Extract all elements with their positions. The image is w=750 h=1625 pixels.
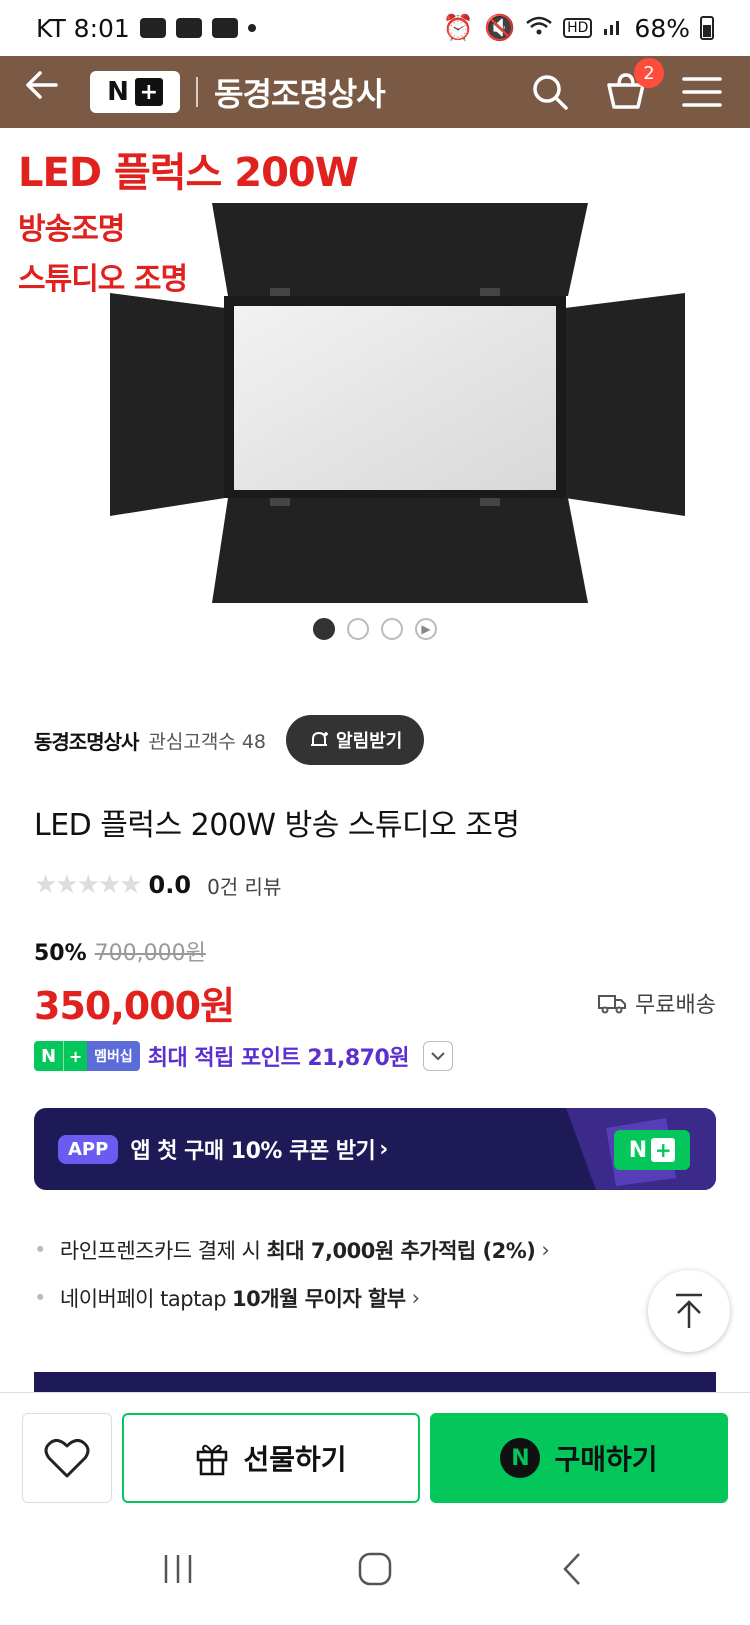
- mute-icon: 🔇: [483, 13, 516, 42]
- carousel-dots: ▶: [0, 618, 750, 640]
- alarm-icon: ⏰: [442, 13, 474, 42]
- scroll-to-top-button[interactable]: [648, 1270, 730, 1352]
- home-icon[interactable]: [345, 1539, 405, 1599]
- gift-button-label: 선물하기: [243, 1443, 347, 1476]
- wishlist-button[interactable]: [22, 1413, 112, 1503]
- benefit-card-reward[interactable]: • 라인프렌즈카드 결제 시 최대 7,000원 추가적립 (2%) ›: [34, 1235, 550, 1265]
- follower-count: 관심고객수 48: [148, 730, 267, 753]
- benefit-installment[interactable]: • 네이버페이 taptap 10개월 무이자 할부 ›: [34, 1283, 420, 1313]
- badge-n: N: [34, 1041, 64, 1071]
- shipping-label: 무료배송: [635, 992, 716, 1018]
- app-tag: APP: [58, 1134, 119, 1164]
- store-title[interactable]: 동경조명상사: [214, 69, 386, 115]
- sale-price: 350,000원: [34, 984, 235, 1028]
- chevron-right-icon: ›: [379, 1136, 388, 1162]
- shipping-info: 무료배송: [597, 987, 716, 1019]
- hero-caption-line2: 방송조명: [18, 212, 125, 247]
- logo-plus: +: [134, 78, 163, 106]
- chevron-down-icon: [431, 1052, 445, 1061]
- logo-n: N: [107, 77, 129, 107]
- carousel-dot-1[interactable]: [313, 618, 335, 640]
- benefit-bold-text: 10개월 무이자 할부: [232, 1287, 406, 1311]
- seller-row: 동경조명상사 관심고객수 48 알림받기: [34, 715, 716, 765]
- status-bar: KT 8:01 ⏰ 🔇 HD 68%: [0, 0, 750, 56]
- back-nav-icon[interactable]: [542, 1539, 602, 1599]
- gift-button[interactable]: 선물하기: [122, 1413, 420, 1503]
- rating-row[interactable]: ★★★★★ 0.0 0건 리뷰: [34, 870, 281, 900]
- carousel-dot-2[interactable]: [347, 618, 369, 640]
- bullet: •: [34, 1286, 46, 1310]
- alert-subscribe-button[interactable]: 알림받기: [286, 715, 425, 765]
- max-points-text: 최대 적립 포인트 21,870원: [147, 1046, 410, 1071]
- chevron-right-icon: ›: [411, 1286, 420, 1310]
- battery-percent: 68%: [634, 13, 690, 43]
- truck-icon: [598, 994, 627, 1013]
- bell-plus-icon: [311, 731, 329, 746]
- app-coupon-banner[interactable]: APP 앱 첫 구매 10% 쿠폰 받기 › N +: [34, 1108, 716, 1190]
- buy-button-label: 구매하기: [554, 1443, 658, 1476]
- product-title: LED 플럭스 200W 방송 스튜디오 조명: [34, 808, 520, 843]
- app-header: N + 동경조명상사 2: [0, 56, 750, 128]
- discount-row: 50% 700,000원: [34, 935, 206, 967]
- points-expand-button[interactable]: [423, 1041, 454, 1071]
- review-count: 0건 리뷰: [207, 874, 282, 899]
- price-row: 350,000원 무료배송: [34, 975, 716, 1030]
- status-time: KT 8:01: [36, 13, 130, 43]
- badge-label: 멤버십: [87, 1041, 140, 1071]
- youtube-icon: [139, 18, 166, 38]
- carousel-play-icon[interactable]: ▶: [415, 618, 437, 640]
- alert-button-label: 알림받기: [336, 731, 403, 752]
- rating-value: 0.0: [148, 871, 192, 899]
- naver-plus-logo[interactable]: N +: [90, 71, 180, 113]
- notification-dot-icon: [247, 24, 256, 32]
- cart-button[interactable]: 2: [604, 58, 664, 114]
- gift-icon: [197, 1444, 228, 1476]
- arrow-up-icon: [676, 1293, 702, 1328]
- system-nav-bar: [0, 1512, 750, 1625]
- discount-rate: 50%: [34, 941, 87, 966]
- bottom-action-bar: 선물하기 N 구매하기: [0, 1392, 750, 1512]
- product-image-carousel[interactable]: LED 플럭스 200W 방송조명 스튜디오 조명 ▶: [0, 128, 750, 673]
- chevron-right-icon: ›: [541, 1238, 550, 1262]
- header-divider: [196, 77, 198, 107]
- recent-apps-icon[interactable]: [148, 1539, 208, 1599]
- search-icon[interactable]: [528, 70, 572, 114]
- menu-icon[interactable]: [680, 70, 724, 114]
- signal-icon: [602, 14, 624, 43]
- rating-stars: ★★★★★: [34, 870, 143, 900]
- benefit-plain-text: 네이버페이 taptap: [59, 1287, 227, 1311]
- membership-row: N + 멤버십 최대 적립 포인트 21,870원: [34, 1040, 454, 1072]
- carousel-dot-3[interactable]: [381, 618, 403, 640]
- voicemail-icon: [175, 18, 202, 38]
- seller-name[interactable]: 동경조명상사: [34, 726, 139, 755]
- benefit-plain-text: 라인프렌즈카드 결제 시: [59, 1239, 261, 1263]
- hero-caption-line3: 스튜디오 조명: [18, 262, 188, 297]
- cart-count-badge: 2: [634, 58, 664, 88]
- gallery-icon: [211, 18, 238, 38]
- hd-icon: HD: [563, 18, 593, 38]
- original-price: 700,000원: [94, 941, 206, 966]
- hero-caption: LED 플럭스 200W 방송조명 스튜디오 조명: [18, 140, 359, 298]
- banner-logo-n: N: [628, 1137, 648, 1163]
- heart-icon: [44, 1439, 90, 1478]
- bullet: •: [34, 1238, 46, 1262]
- battery-icon: [700, 16, 714, 40]
- hero-caption-line1: LED 플럭스 200W: [18, 150, 359, 196]
- back-arrow-icon[interactable]: [22, 56, 82, 128]
- buy-button[interactable]: N 구매하기: [430, 1413, 728, 1503]
- promo-strip: [34, 1372, 716, 1392]
- banner-logo-plus: +: [651, 1138, 676, 1162]
- naver-plus-banner-logo: N +: [614, 1130, 690, 1170]
- badge-plus: +: [63, 1041, 88, 1071]
- wifi-icon: [525, 14, 553, 43]
- app-banner-text: 앱 첫 구매 10% 쿠폰 받기: [130, 1139, 376, 1164]
- naver-plus-membership-badge: N + 멤버십: [34, 1041, 140, 1071]
- naver-n-icon: N: [500, 1438, 541, 1478]
- benefit-bold-text: 최대 7,000원 추가적립 (2%): [266, 1239, 536, 1263]
